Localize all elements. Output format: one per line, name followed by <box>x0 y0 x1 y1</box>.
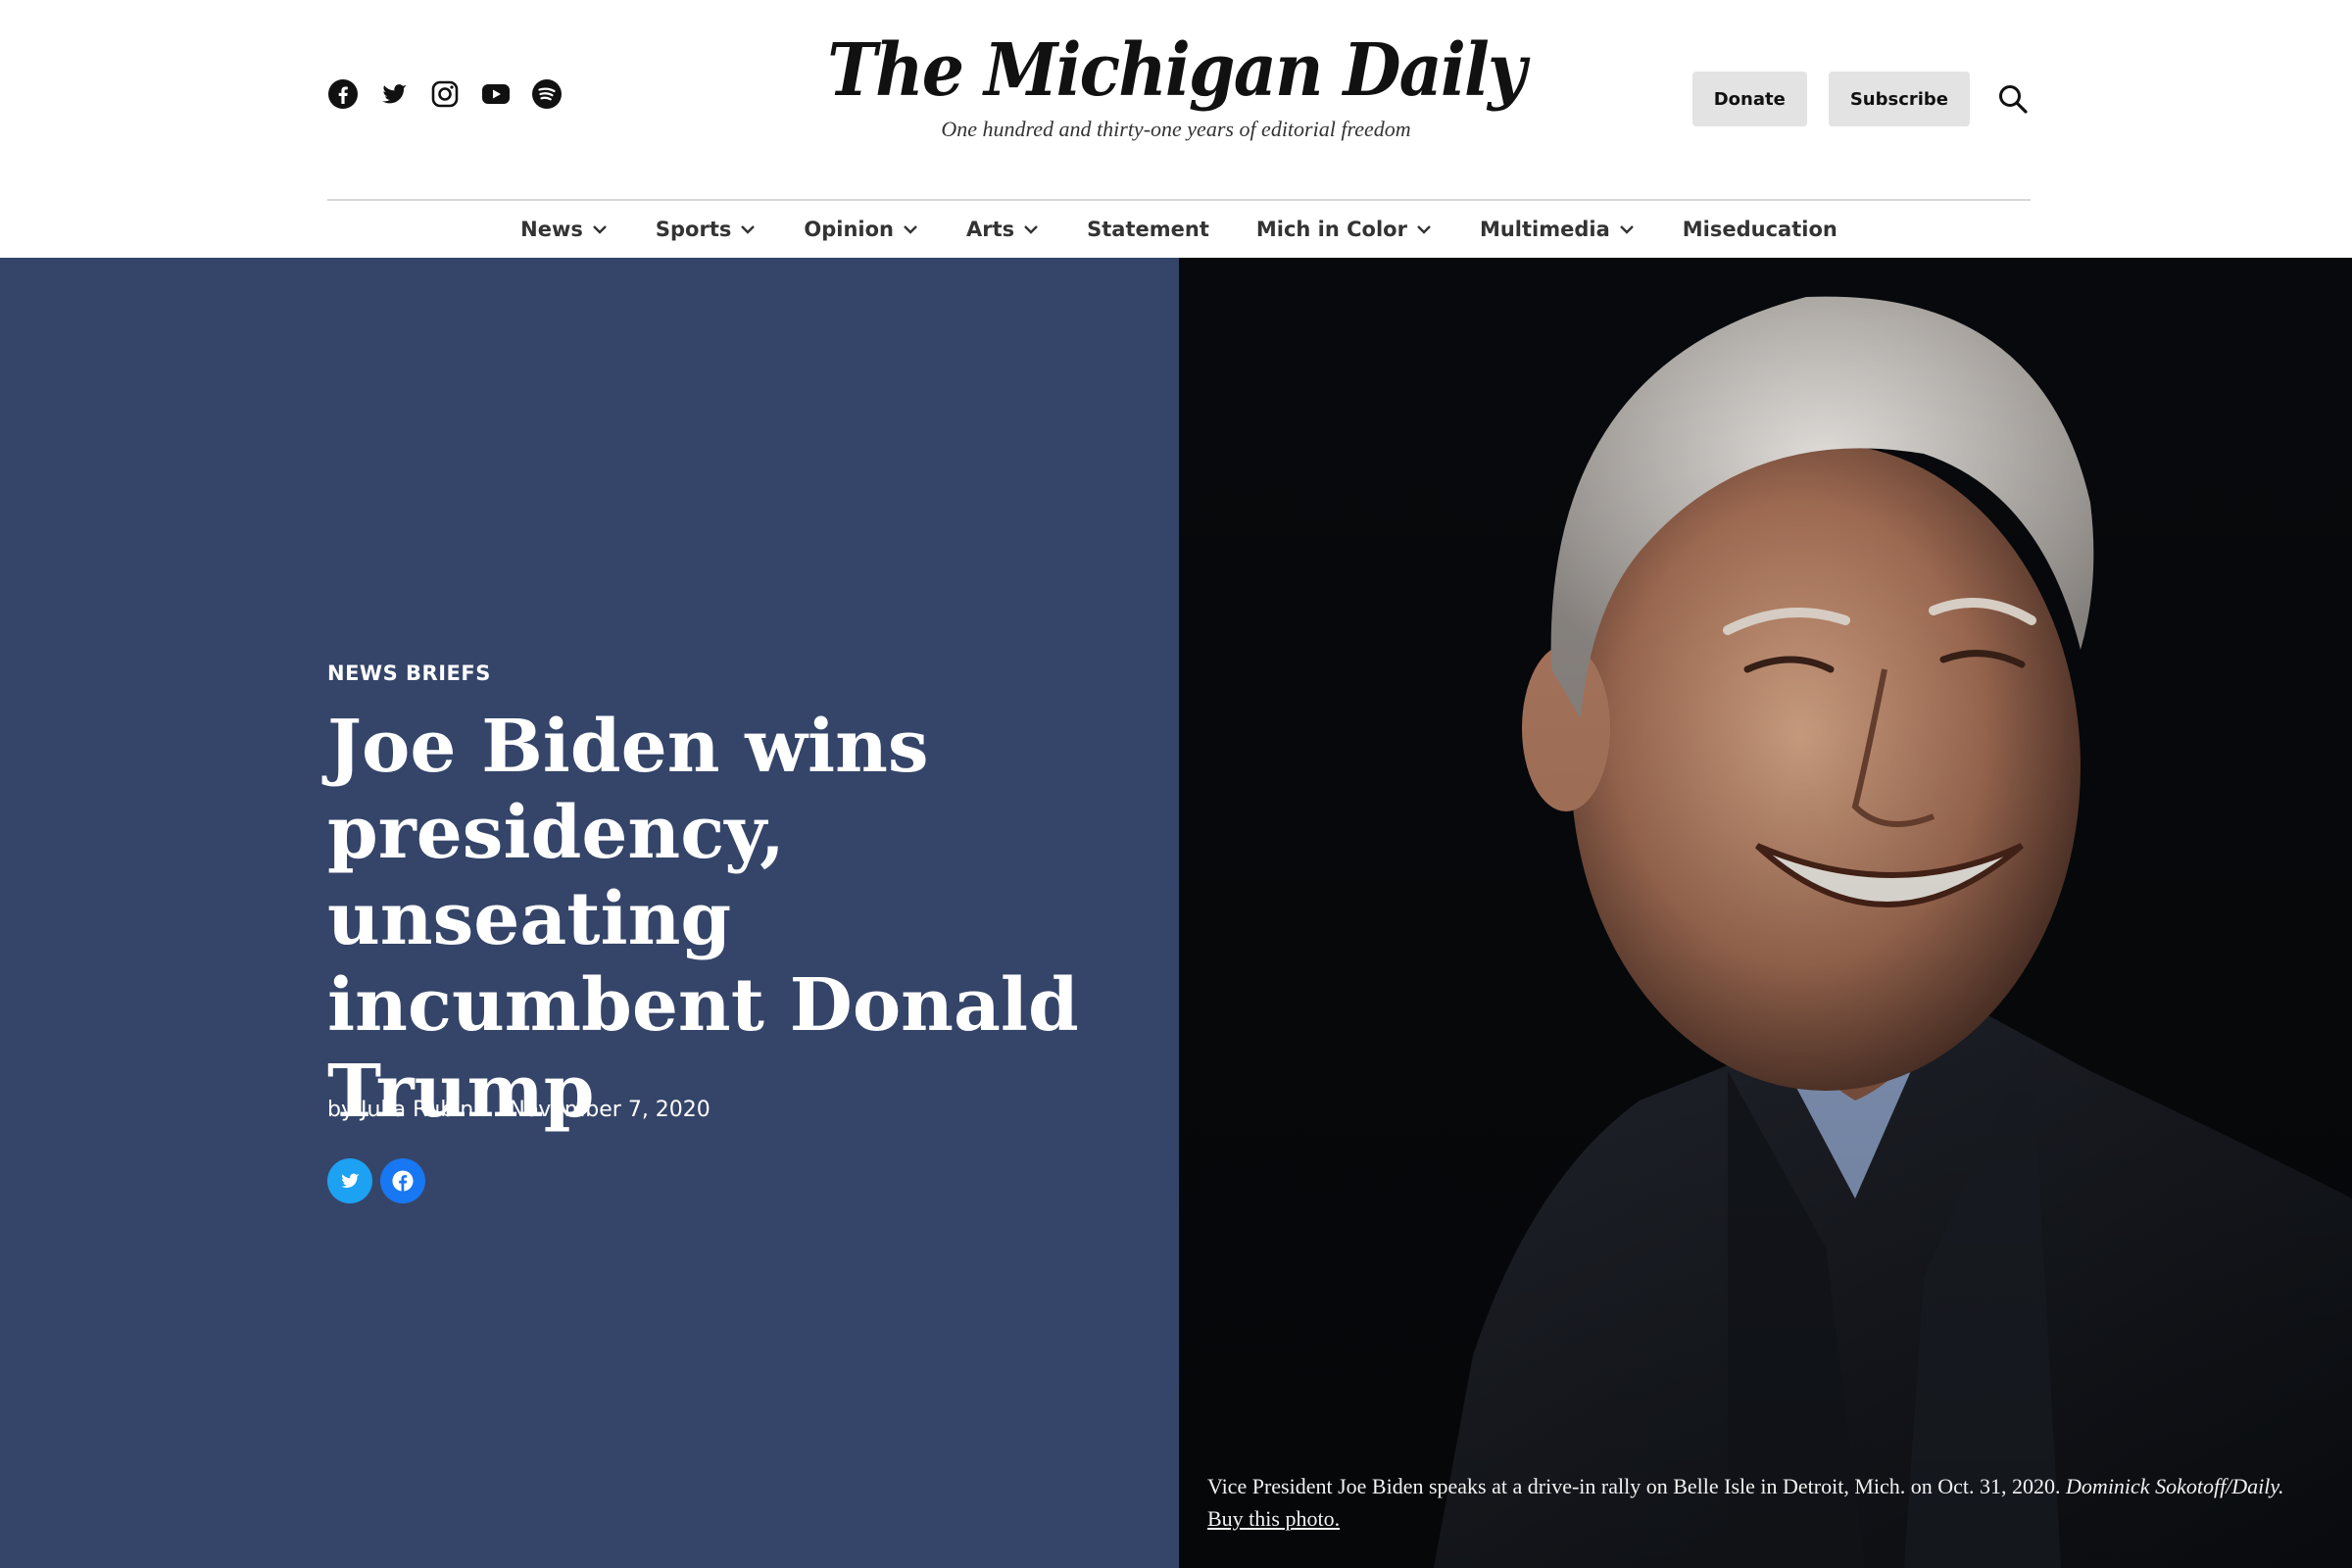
nav-item-label: Sports <box>655 218 732 241</box>
twitter-icon[interactable] <box>327 1158 372 1203</box>
nav-item-label: Statement <box>1087 218 1209 241</box>
nav-item-label: Opinion <box>804 218 894 241</box>
nav-item-multimedia[interactable]: Multimedia <box>1456 218 1659 241</box>
main-nav: News Sports Opinion Arts Statement Mich … <box>327 199 2031 260</box>
chevron-down-icon <box>741 225 756 234</box>
chevron-down-icon <box>1024 225 1038 234</box>
buy-photo-link[interactable]: Buy this photo. <box>1207 1506 1340 1531</box>
nav-item-label: Miseducation <box>1682 218 1838 241</box>
chevron-down-icon <box>904 225 917 234</box>
article-headline: Joe Biden wins presidency, unseating inc… <box>327 705 1079 1134</box>
caption-text: Vice President Joe Biden speaks at a dri… <box>1207 1474 2061 1498</box>
facebook-icon[interactable] <box>380 1158 425 1203</box>
header-actions: Donate Subscribe <box>1691 72 2031 126</box>
subscribe-button[interactable]: Subscribe <box>1828 72 1970 126</box>
search-icon[interactable] <box>1995 81 2031 117</box>
nav-item-label: Mich in Color <box>1255 218 1407 241</box>
chevron-down-icon <box>1619 225 1634 234</box>
photo-credit: Dominick Sokotoff/Daily. <box>2066 1474 2284 1498</box>
share-buttons <box>327 1158 425 1203</box>
portrait-photo <box>1179 258 2352 1568</box>
nav-item-arts[interactable]: Arts <box>943 218 1063 241</box>
chevron-down-icon <box>1417 225 1431 234</box>
nav-item-miseducation[interactable]: Miseducation <box>1659 218 1861 241</box>
site-header: The Michigan Daily One hundred and thirt… <box>0 0 2352 260</box>
nav-item-label: Multimedia <box>1479 218 1610 241</box>
article-byline[interactable]: by Julia Rubin <box>327 1098 473 1122</box>
nav-item-opinion[interactable]: Opinion <box>780 218 943 241</box>
article-meta: by Julia Rubin November 7, 2020 <box>327 1098 710 1122</box>
nav-item-mich-in-color[interactable]: Mich in Color <box>1233 218 1456 241</box>
article-category[interactable]: NEWS BRIEFS <box>327 662 491 685</box>
donate-button[interactable]: Donate <box>1691 72 1807 126</box>
photo-caption: Vice President Joe Biden speaks at a dri… <box>1207 1470 2305 1535</box>
nav-item-news[interactable]: News <box>497 218 632 241</box>
nav-item-label: News <box>520 218 583 241</box>
article-date: November 7, 2020 <box>509 1098 710 1122</box>
nav-item-sports[interactable]: Sports <box>632 218 780 241</box>
chevron-down-icon <box>593 225 607 234</box>
article-photo <box>1179 258 2352 1568</box>
nav-item-statement[interactable]: Statement <box>1063 218 1233 241</box>
nav-item-label: Arts <box>965 218 1015 241</box>
